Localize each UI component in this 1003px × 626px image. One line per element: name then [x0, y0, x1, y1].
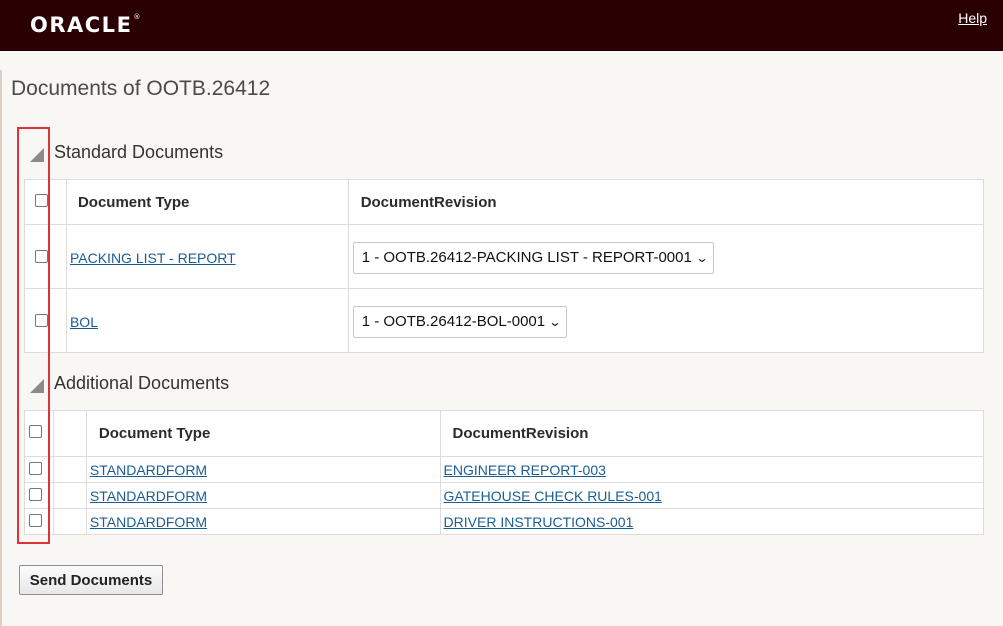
document-type-link[interactable]: STANDARDFORM — [90, 488, 207, 504]
standard-documents-table: Document Type DocumentRevision PACKING L… — [24, 179, 985, 353]
revision-select-value: 1 - OOTB.26412-PACKING LIST - REPORT-000… — [361, 249, 692, 266]
spacer-cell — [52, 508, 87, 535]
column-header-document-revision: DocumentRevision — [347, 179, 985, 225]
app-header: ORACLE® Help — [0, 0, 1003, 51]
document-revision-link[interactable]: GATEHOUSE CHECK RULES-001 — [444, 488, 662, 504]
additional-documents-table: Document Type DocumentRevision STANDARDF… — [24, 410, 985, 535]
chevron-down-icon: ⌄ — [548, 314, 562, 329]
select-all-checkbox[interactable] — [35, 193, 48, 207]
document-revision-cell: ENGINEER REPORT-003 — [439, 456, 985, 483]
page-title: Documents of OOTB.26412 — [11, 77, 271, 100]
document-revision-link[interactable]: DRIVER INSTRUCTIONS-001 — [444, 514, 634, 530]
table-row: STANDARDFORM ENGINEER REPORT-003 — [24, 456, 985, 483]
document-revision-cell: GATEHOUSE CHECK RULES-001 — [439, 482, 985, 509]
document-revision-cell: 1 - OOTB.26412-PACKING LIST - REPORT-000… — [347, 224, 985, 289]
spacer-header-cell — [52, 410, 87, 457]
chevron-down-icon: ⌄ — [695, 250, 709, 265]
additional-documents-title: Additional Documents — [54, 372, 230, 393]
revision-select[interactable]: 1 - OOTB.26412-PACKING LIST - REPORT-000… — [352, 241, 714, 274]
select-all-cell — [24, 179, 67, 225]
spacer-cell — [52, 456, 87, 483]
table-row: STANDARDFORM DRIVER INSTRUCTIONS-001 — [24, 508, 985, 535]
document-revision-cell: DRIVER INSTRUCTIONS-001 — [439, 508, 985, 535]
document-type-link[interactable]: STANDARDFORM — [90, 514, 207, 530]
table-header-row: Document Type DocumentRevision — [24, 410, 985, 457]
row-checkbox-cell — [24, 482, 54, 509]
row-checkbox[interactable] — [29, 513, 42, 527]
document-type-cell: STANDARDFORM — [85, 482, 441, 509]
oracle-logo: ORACLE® — [30, 13, 140, 37]
table-row: STANDARDFORM GATEHOUSE CHECK RULES-001 — [24, 482, 985, 509]
row-checkbox[interactable] — [29, 487, 42, 501]
row-checkbox-cell — [24, 288, 67, 353]
row-checkbox-cell — [24, 456, 54, 483]
logo-text: ORACLE — [30, 13, 133, 37]
select-all-cell — [24, 410, 54, 457]
document-type-cell: STANDARDFORM — [85, 508, 441, 535]
table-row: BOL 1 - OOTB.26412-BOL-0001 ⌄ — [24, 288, 985, 353]
spacer-cell — [52, 482, 87, 509]
column-header-document-revision: DocumentRevision — [439, 410, 985, 457]
standard-documents-title: Standard Documents — [54, 141, 224, 162]
document-type-cell: STANDARDFORM — [85, 456, 441, 483]
select-all-checkbox[interactable] — [29, 425, 42, 438]
triangle-collapse-icon[interactable] — [30, 379, 44, 393]
help-link[interactable]: Help — [958, 10, 987, 26]
triangle-collapse-icon[interactable] — [30, 148, 44, 162]
document-type-cell: BOL — [65, 288, 349, 353]
revision-select-value: 1 - OOTB.26412-BOL-0001 — [361, 313, 546, 330]
standard-documents-header[interactable]: Standard Documents — [30, 140, 223, 164]
row-checkbox-cell — [24, 224, 67, 289]
document-type-link[interactable]: BOL — [70, 314, 98, 330]
table-row: PACKING LIST - REPORT 1 - OOTB.26412-PAC… — [24, 224, 985, 289]
left-border — [0, 70, 2, 626]
registered-mark: ® — [133, 13, 141, 21]
column-header-document-type: Document Type — [85, 410, 441, 457]
document-type-cell: PACKING LIST - REPORT — [65, 224, 349, 289]
row-checkbox[interactable] — [29, 461, 42, 475]
table-header-row: Document Type DocumentRevision — [24, 179, 985, 225]
column-header-document-type: Document Type — [65, 179, 349, 225]
additional-documents-header[interactable]: Additional Documents — [30, 371, 229, 395]
document-revision-link[interactable]: ENGINEER REPORT-003 — [444, 462, 606, 478]
row-checkbox[interactable] — [35, 314, 48, 327]
document-type-link[interactable]: PACKING LIST - REPORT — [70, 250, 236, 266]
row-checkbox[interactable] — [35, 250, 48, 263]
row-checkbox-cell — [24, 508, 54, 535]
document-type-link[interactable]: STANDARDFORM — [90, 462, 207, 478]
document-revision-cell: 1 - OOTB.26412-BOL-0001 ⌄ — [347, 288, 985, 353]
revision-select[interactable]: 1 - OOTB.26412-BOL-0001 ⌄ — [352, 305, 568, 338]
send-documents-button[interactable]: Send Documents — [19, 565, 163, 595]
